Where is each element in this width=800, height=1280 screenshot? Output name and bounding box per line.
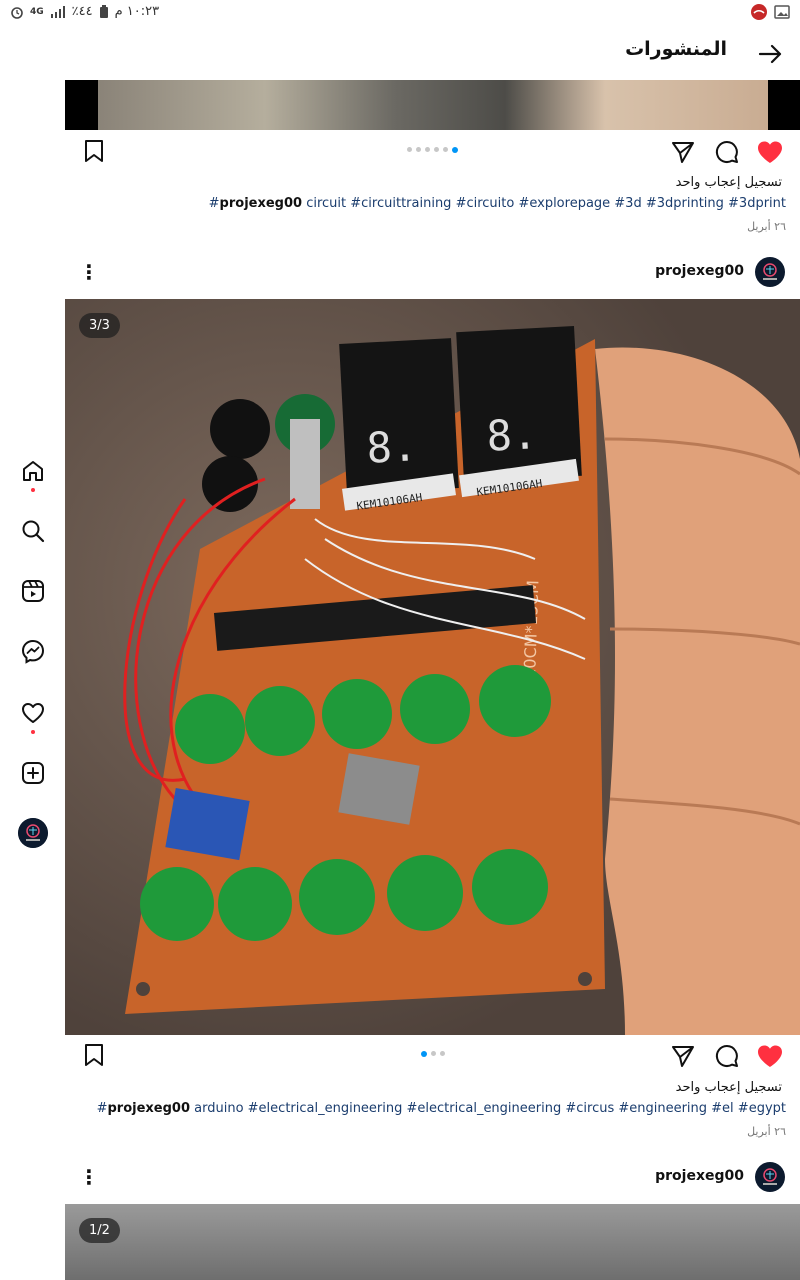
post-3-username[interactable]: projexeg00 [655,1168,744,1184]
nav-search[interactable] [18,516,48,546]
carousel-dot [434,147,439,152]
reels-icon [22,580,44,602]
create-plus-icon [22,762,44,784]
carousel-dot [407,147,412,152]
carousel-dot [443,147,448,152]
potentiometer [290,419,320,509]
nav-messages[interactable] [18,636,48,666]
back-arrow-icon[interactable] [756,40,784,68]
nav-home[interactable] [18,456,48,492]
nav-rail [0,0,65,1280]
display-1-digits: 8. [365,421,418,473]
circuit-board-photo: 10CM*15CM 8. 8. KEM10106AH KEM10106AH [123,326,800,1035]
post-1-caption: projexeg00 circuit #circuittraining #cir… [209,196,786,211]
pcb-mount-hole-1 [136,982,150,996]
carousel-dot [439,1051,445,1056]
carousel-dot [430,1051,436,1056]
comment-icon[interactable] [714,139,740,165]
carousel-dot [420,1050,427,1057]
battery-percent: ٪٤٤ [71,4,93,19]
post-2-image[interactable]: 10CM*15CM 8. 8. KEM10106AH KEM10106AH 3/… [65,299,800,1035]
instagram-posts-screen: 4G ٪٤٤ ١٠:٢٣ م المنشورات تسجيل إعجاب واح… [0,0,800,1280]
caption-hashtags[interactable]: arduino #electrical_engineering #electri… [97,1101,786,1116]
post-3-avatar[interactable] [755,1162,785,1192]
nav-profile-avatar[interactable] [18,818,48,848]
carousel-counter: 1/2 [79,1218,120,1243]
liked-heart-icon[interactable] [756,1043,784,1069]
home-notification-dot [31,488,35,492]
caption-username[interactable]: projexeg00 [107,1101,190,1116]
gallery-notification-icon [774,5,790,19]
comment-icon[interactable] [714,1043,740,1069]
app-notification-icon [751,4,767,20]
carousel-counter: 3/3 [79,313,120,338]
profile-avatar-icon [18,818,48,848]
user-avatar-icon [755,257,785,287]
post-1-date: ٢٦ أبريل [747,220,786,233]
post-2-actions [65,1037,800,1077]
more-options-icon[interactable]: ⋮ [79,257,99,287]
activity-notification-dot [31,730,35,734]
post-2-caption: projexeg00 arduino #electrical_engineeri… [97,1101,786,1116]
status-right [750,3,790,21]
post-2-date: ٢٦ أبريل [747,1125,786,1138]
carousel-dot [425,147,430,152]
caption-username[interactable]: projexeg00 [220,196,303,211]
nav-create[interactable] [18,758,48,788]
post-2-likes[interactable]: تسجيل إعجاب واحد [676,1080,782,1095]
display-2-digits: 8. [485,409,538,461]
post-1-image[interactable] [65,80,800,130]
post-2-avatar[interactable] [755,257,785,287]
page-title: المنشورات [625,38,727,60]
toggle-switch-1 [165,788,250,861]
carousel-dot [416,147,421,152]
pcb-mount-hole-2 [578,972,592,986]
share-send-icon[interactable] [670,139,696,165]
carousel-dot [452,146,458,153]
nav-activity[interactable] [18,698,48,734]
toggle-switch-2 [338,753,420,825]
hand-shape [595,347,800,1035]
top-header: المنشورات [0,26,800,80]
battery-icon [99,4,108,18]
post-2-username[interactable]: projexeg00 [655,263,744,279]
search-icon [22,520,45,543]
nav-reels[interactable] [18,576,48,606]
post-2-header: projexeg00 ⋮ [65,251,800,295]
share-send-icon[interactable] [670,1043,696,1069]
home-icon [23,461,43,481]
status-bar: 4G ٪٤٤ ١٠:٢٣ م [0,0,800,26]
liked-heart-icon[interactable] [756,139,784,165]
clock: ١٠:٢٣ م [114,4,160,19]
post-3-image[interactable]: 1/2 [65,1204,800,1280]
post-1-actions [65,133,800,173]
post-3-header: projexeg00 ⋮ [65,1156,800,1200]
messenger-icon [21,639,45,664]
activity-heart-icon [22,703,44,723]
user-avatar-icon [755,1162,785,1192]
knob-1 [210,399,270,459]
post-1-likes[interactable]: تسجيل إعجاب واحد [676,175,782,190]
more-options-icon[interactable]: ⋮ [79,1162,99,1192]
